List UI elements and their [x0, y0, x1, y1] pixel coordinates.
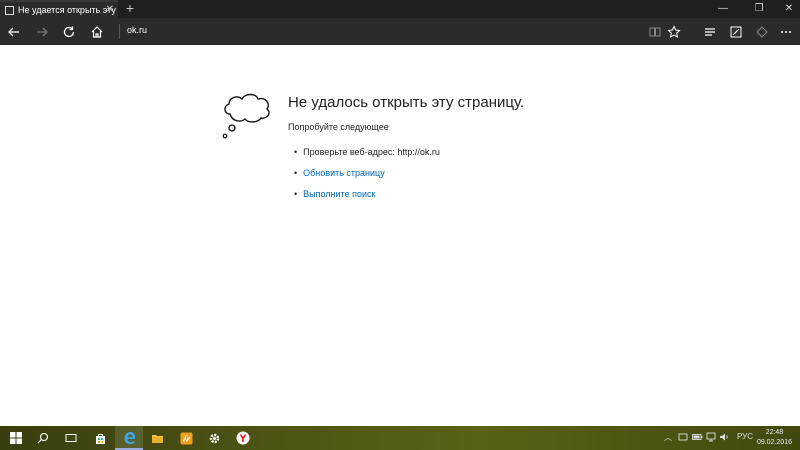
windows-start-icon	[10, 432, 22, 444]
suggestion-search: • Выполните поиск	[294, 189, 375, 199]
search-button[interactable]	[29, 426, 57, 450]
share-button[interactable]	[752, 22, 772, 42]
web-note-button[interactable]	[726, 22, 746, 42]
back-icon	[8, 27, 19, 37]
home-icon	[91, 26, 103, 38]
clock-time: 22:48	[765, 429, 784, 436]
share-icon	[756, 26, 768, 38]
start-button[interactable]	[2, 426, 30, 450]
tab-title: Не удается открыть эту	[18, 5, 116, 15]
error-subtitle: Попробуйте следующее	[288, 122, 389, 132]
page-favicon-icon	[5, 6, 14, 15]
title-bar: Не удается открыть эту ✕ + — ❐ ✕	[0, 0, 800, 18]
suggestion-refresh: • Обновить страницу	[294, 168, 385, 178]
tablet-mode-icon[interactable]	[678, 432, 688, 444]
battery-icon[interactable]	[692, 432, 703, 444]
navigation-bar: ok.ru	[0, 18, 800, 45]
home-button[interactable]	[87, 22, 107, 42]
restore-button[interactable]: ❐	[748, 0, 770, 18]
forward-icon	[37, 27, 48, 37]
address-bar[interactable]: ok.ru	[127, 25, 147, 35]
forward-button[interactable]	[32, 22, 52, 42]
favorite-star-icon	[667, 25, 681, 38]
network-icon[interactable]	[706, 432, 716, 444]
browser-tab[interactable]: Не удается открыть эту ✕	[0, 0, 118, 18]
app-icon	[180, 432, 192, 444]
refresh-button[interactable]	[59, 22, 79, 42]
yandex-icon	[236, 431, 250, 445]
check-address-text: Проверьте веб-адрес: http://ok.ru	[303, 147, 440, 157]
back-button[interactable]	[4, 22, 24, 42]
refresh-page-link[interactable]: Обновить страницу	[303, 168, 385, 178]
task-view-icon	[65, 434, 77, 442]
edge-button[interactable]	[115, 426, 143, 450]
error-title: Не удалось открыть эту страницу.	[288, 94, 525, 111]
settings-button[interactable]	[200, 426, 228, 450]
thought-cloud-icon	[222, 93, 270, 139]
task-view-button[interactable]	[57, 426, 85, 450]
store-icon	[95, 433, 105, 444]
yandex-button[interactable]	[229, 426, 257, 450]
bullet: •	[294, 189, 298, 199]
reading-view-button[interactable]	[645, 22, 665, 42]
suggestion-check-address: • Проверьте веб-адрес: http://ok.ru	[294, 147, 440, 157]
clock-date: 09.02.2016	[756, 439, 792, 446]
edge-icon	[124, 431, 135, 444]
web-note-icon	[730, 26, 742, 38]
app-button[interactable]	[172, 426, 200, 450]
more-icon	[781, 31, 791, 33]
more-button[interactable]	[776, 22, 796, 42]
settings-icon	[209, 433, 219, 443]
favorite-button[interactable]	[664, 22, 684, 42]
taskbar: ︿ РУС 22:48 09.02.2016	[0, 426, 800, 450]
close-window-button[interactable]: ✕	[778, 0, 800, 18]
file-explorer-button[interactable]	[143, 426, 171, 450]
close-tab-icon[interactable]: ✕	[106, 4, 114, 15]
bullet: •	[294, 147, 298, 157]
refresh-icon	[63, 26, 75, 38]
hub-icon	[705, 28, 715, 36]
minimize-button[interactable]: —	[712, 0, 734, 18]
reading-view-icon	[649, 27, 661, 37]
bullet: •	[294, 168, 298, 178]
clock[interactable]: 22:48 09.02.2016	[757, 428, 792, 448]
show-hidden-icons-chevron-icon[interactable]: ︿	[664, 432, 672, 443]
language-indicator[interactable]: РУС	[737, 432, 753, 441]
new-tab-button[interactable]: +	[123, 0, 137, 18]
file-explorer-icon	[151, 434, 163, 443]
hub-button[interactable]	[700, 22, 720, 42]
search-icon	[37, 432, 49, 444]
store-button[interactable]	[86, 426, 114, 450]
address-separator	[119, 24, 120, 39]
volume-icon[interactable]	[719, 432, 729, 444]
search-link[interactable]: Выполните поиск	[303, 189, 375, 199]
